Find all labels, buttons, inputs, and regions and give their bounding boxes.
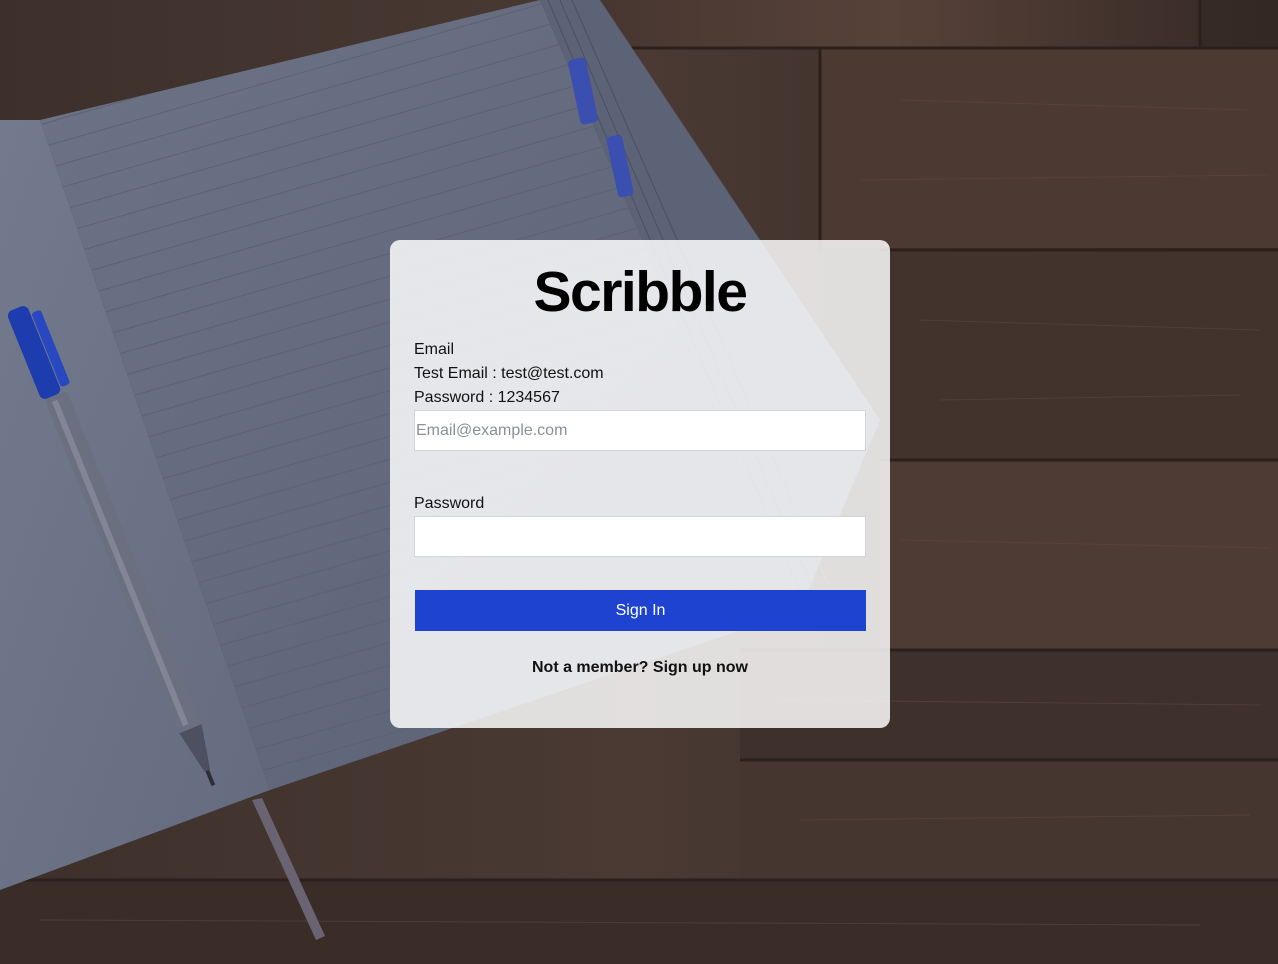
email-label-group: Email Test Email : test@test.com Passwor…	[414, 338, 866, 410]
test-email-hint: Test Email : test@test.com	[414, 365, 604, 382]
login-page: Scribble Email Test Email : test@test.co…	[0, 0, 1278, 964]
test-password-hint: Password : 1234567	[414, 389, 560, 406]
password-label: Password	[414, 495, 485, 512]
password-label-group: Password	[414, 492, 866, 516]
login-card: Scribble Email Test Email : test@test.co…	[390, 240, 890, 728]
sign-up-link[interactable]: Not a member? Sign up now	[414, 656, 866, 680]
email-label: Email	[414, 341, 455, 358]
sign-in-button[interactable]: Sign In	[415, 590, 866, 631]
app-title: Scribble	[533, 260, 748, 324]
email-input[interactable]	[414, 410, 866, 451]
password-input[interactable]	[414, 516, 866, 557]
